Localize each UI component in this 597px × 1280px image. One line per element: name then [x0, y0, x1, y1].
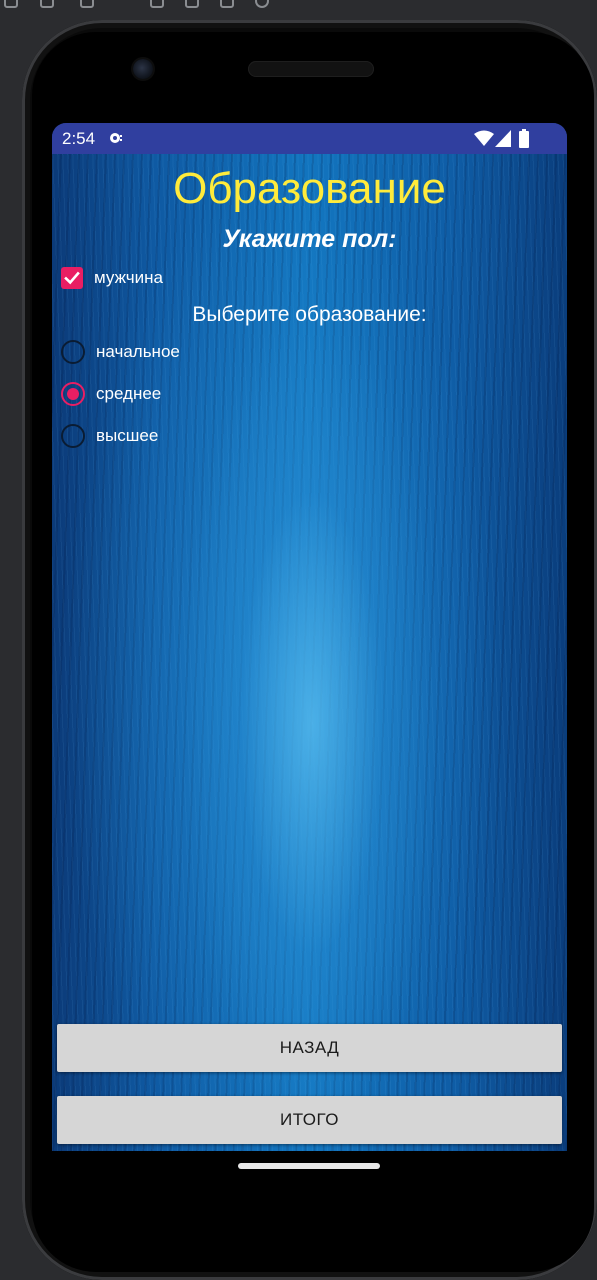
radio-label-primary: начальное	[96, 342, 180, 361]
toolbar-camera-icon[interactable]	[220, 0, 234, 8]
radio-option-higher[interactable]: высшее	[61, 421, 158, 451]
radio-checked-icon[interactable]	[61, 382, 85, 406]
toolbar-rotate-right-icon[interactable]	[80, 0, 94, 8]
home-gesture-bar[interactable]	[238, 1163, 380, 1169]
toolbar-back-icon[interactable]	[4, 0, 18, 8]
earpiece-speaker	[248, 61, 374, 77]
radio-option-primary[interactable]: начальное	[61, 337, 180, 367]
app-screen: 2:54 Образование Укажите пол: мужчина Вы…	[52, 123, 567, 1151]
status-time: 2:54	[62, 129, 96, 148]
total-button[interactable]: ИТОГО	[57, 1096, 562, 1144]
status-bar: 2:54	[52, 123, 567, 154]
education-heading: Выберите образование:	[192, 303, 427, 326]
front-camera-icon	[133, 59, 153, 79]
back-button[interactable]: НАЗАД	[57, 1024, 562, 1072]
toolbar-stop-icon[interactable]	[185, 0, 199, 8]
radio-label-higher: высшее	[96, 426, 159, 445]
wifi-icon	[474, 130, 494, 146]
radio-unchecked-icon[interactable]	[61, 424, 85, 448]
page-title: Образование	[173, 164, 446, 213]
signal-icon	[495, 130, 511, 147]
gender-checkbox-label: мужчина	[94, 268, 163, 287]
notification-icon	[110, 133, 122, 143]
emulator-toolbar	[0, 0, 597, 14]
battery-icon	[519, 129, 529, 148]
gender-checkbox[interactable]: мужчина	[61, 263, 163, 293]
toolbar-location-icon[interactable]	[150, 0, 164, 8]
radio-unchecked-icon[interactable]	[61, 340, 85, 364]
toolbar-rotate-icon[interactable]	[40, 0, 54, 8]
toolbar-help-icon[interactable]	[255, 0, 269, 8]
radio-option-secondary[interactable]: среднее	[61, 379, 161, 409]
checkbox-checked-icon[interactable]	[61, 267, 83, 289]
radio-label-secondary: среднее	[96, 384, 162, 403]
gender-heading: Укажите пол:	[222, 225, 397, 253]
